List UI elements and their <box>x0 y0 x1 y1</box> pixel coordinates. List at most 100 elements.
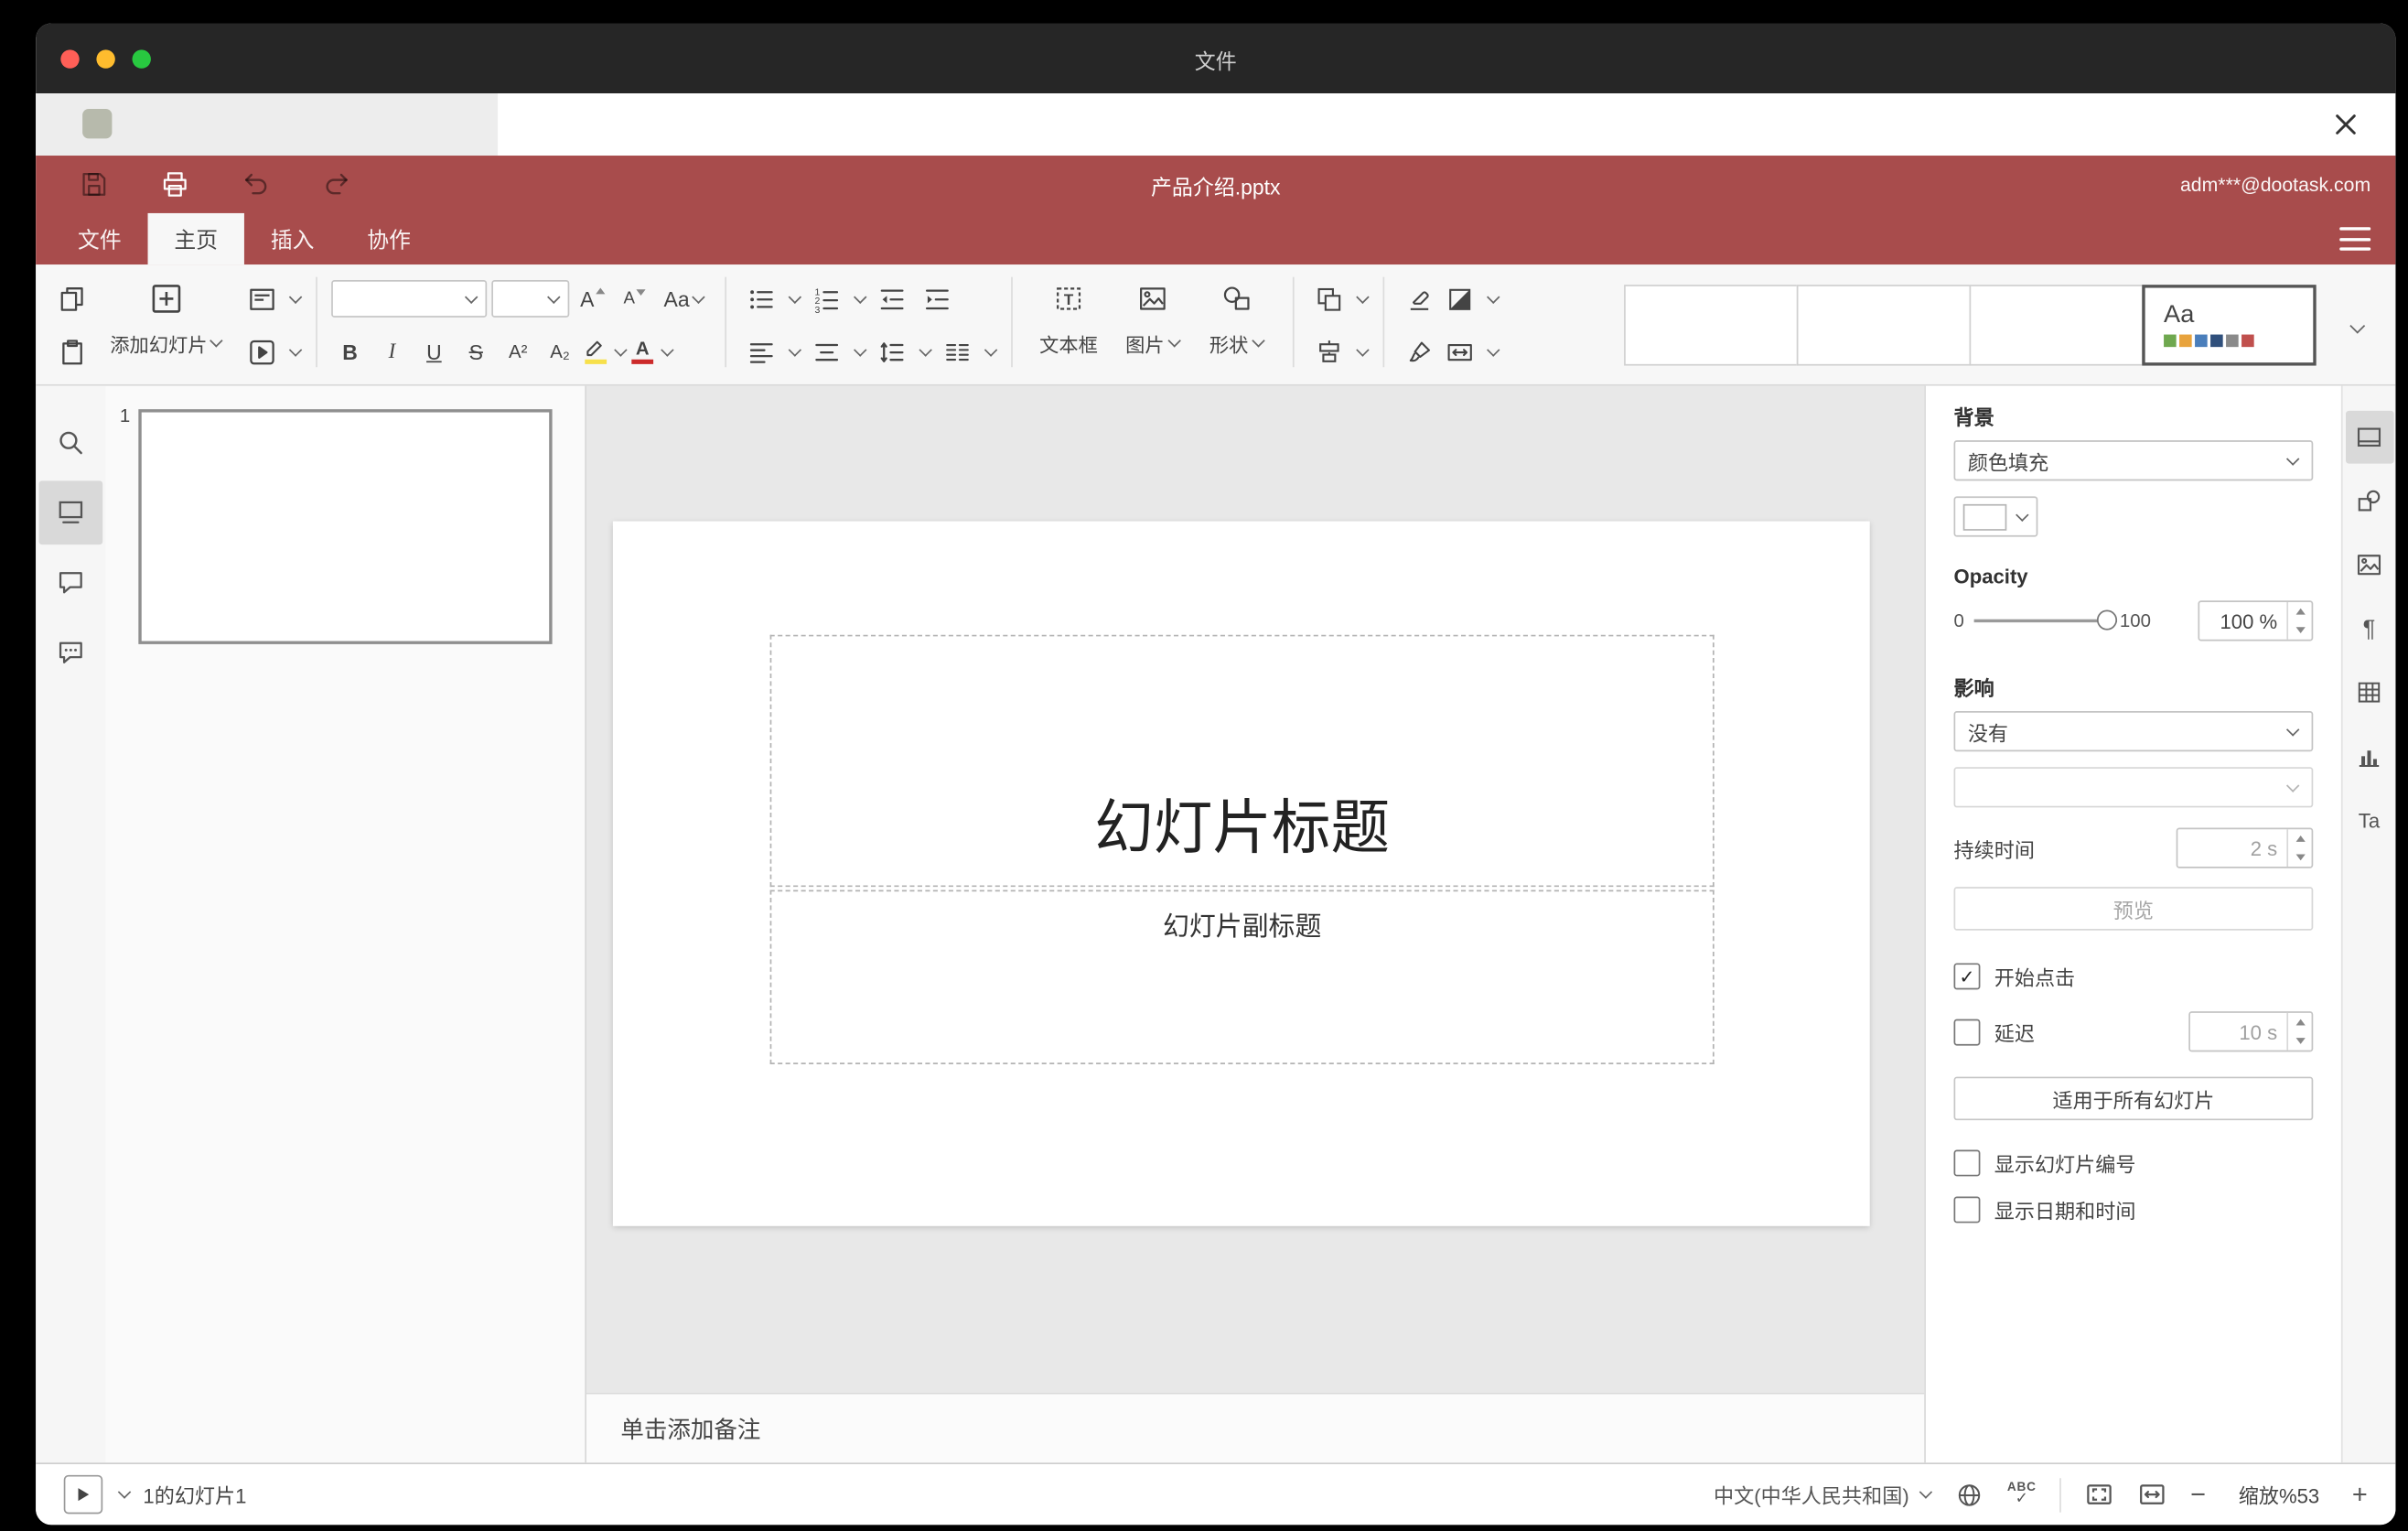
slide-thumbnail-1[interactable] <box>138 409 553 644</box>
line-spacing-button[interactable] <box>871 331 911 372</box>
slide-size-button[interactable] <box>1439 331 1479 372</box>
insert-textbox-button[interactable]: T 文本框 <box>1027 273 1111 359</box>
slide-canvas[interactable]: 幻灯片标题 幻灯片副标题 <box>586 385 1925 1393</box>
zoom-in-button[interactable]: + <box>2352 1479 2368 1510</box>
zoom-out-button[interactable]: − <box>2190 1479 2206 1510</box>
bullet-list-button[interactable] <box>740 278 780 318</box>
document-language-button[interactable] <box>1956 1481 1984 1509</box>
textart-settings-button[interactable]: Ta <box>2345 793 2393 846</box>
menu-button[interactable] <box>2339 227 2371 251</box>
minimize-traffic-light[interactable] <box>96 49 115 68</box>
align-shapes-button[interactable] <box>1308 331 1349 372</box>
theme-option-1[interactable] <box>1624 285 1799 366</box>
strikethrough-button[interactable]: S <box>457 333 495 371</box>
show-slide-number-checkbox[interactable] <box>1953 1149 1981 1177</box>
spin-down[interactable] <box>2288 620 2312 639</box>
spin-up[interactable] <box>2288 829 2312 847</box>
copy-button[interactable] <box>51 278 91 318</box>
change-case-button[interactable]: Aa <box>658 280 711 318</box>
font-color-button[interactable]: A <box>631 339 654 365</box>
notes-area[interactable]: 单击添加备注 <box>586 1392 1925 1463</box>
superscript-button[interactable]: A² <box>500 333 537 371</box>
italic-button[interactable]: I <box>373 333 411 371</box>
undo-button[interactable] <box>238 167 272 201</box>
spin-up[interactable] <box>2288 1013 2312 1031</box>
paragraph-settings-button[interactable]: ¶ <box>2345 602 2393 655</box>
horizontal-align-button[interactable] <box>740 331 780 372</box>
numbered-list-button[interactable]: 1 2 3 <box>806 278 846 318</box>
close-button[interactable] <box>2321 100 2370 149</box>
chevron-down-icon <box>692 289 706 304</box>
theme-option-2[interactable] <box>1796 285 1972 366</box>
theme-option-selected[interactable]: Aa <box>2142 285 2317 366</box>
decrease-indent-button[interactable] <box>871 278 911 318</box>
effect-select[interactable]: 没有 <box>1953 711 2314 752</box>
table-settings-button[interactable] <box>2345 666 2393 719</box>
title-placeholder[interactable]: 幻灯片标题 <box>769 634 1715 888</box>
delay-input[interactable]: 10 s <box>2188 1011 2314 1052</box>
save-button[interactable] <box>76 167 110 201</box>
start-slideshow-statusbar-button[interactable] <box>63 1474 103 1515</box>
insert-image-button[interactable]: 图片 <box>1111 273 1195 359</box>
image-settings-button[interactable] <box>2345 538 2393 591</box>
search-panel-button[interactable] <box>39 411 103 475</box>
vertical-align-button[interactable] <box>806 331 846 372</box>
feedback-panel-button[interactable] <box>39 620 103 685</box>
delay-checkbox[interactable] <box>1953 1018 1981 1045</box>
font-size-select[interactable] <box>491 280 570 318</box>
fill-color-select[interactable] <box>1953 496 2038 537</box>
insert-shape-button[interactable]: 形状 <box>1195 273 1279 359</box>
preview-button[interactable]: 预览 <box>1953 887 2314 931</box>
effect-variant-select[interactable] <box>1953 767 2314 808</box>
slide-settings-button[interactable] <box>2345 410 2393 464</box>
fill-type-select[interactable]: 颜色填充 <box>1953 440 2314 481</box>
fit-slide-button[interactable] <box>2085 1480 2114 1509</box>
redo-button[interactable] <box>319 167 353 201</box>
increase-font-button[interactable]: A <box>574 280 611 318</box>
fit-width-button[interactable] <box>2137 1480 2166 1509</box>
spellcheck-button[interactable]: ABC ✓ <box>2007 1481 2037 1508</box>
slider-knob[interactable] <box>2096 609 2117 631</box>
color-scheme-button[interactable] <box>1439 278 1479 318</box>
subtitle-placeholder[interactable]: 幻灯片副标题 <box>769 889 1715 1064</box>
font-name-select[interactable] <box>331 280 488 318</box>
opacity-slider[interactable] <box>1973 609 2117 632</box>
tab-collaboration[interactable]: 协作 <box>340 213 436 264</box>
chart-settings-button[interactable] <box>2345 729 2393 782</box>
spin-up[interactable] <box>2288 602 2312 620</box>
start-on-click-checkbox[interactable] <box>1953 963 1981 990</box>
columns-button[interactable] <box>937 331 977 372</box>
zoom-traffic-light[interactable] <box>132 49 151 68</box>
show-date-time-checkbox[interactable] <box>1953 1196 1981 1224</box>
shape-settings-button[interactable] <box>2345 475 2393 528</box>
start-slideshow-button[interactable] <box>242 331 282 372</box>
arrange-shapes-button[interactable] <box>1308 278 1349 318</box>
slide-surface[interactable]: 幻灯片标题 幻灯片副标题 <box>612 521 1870 1226</box>
comments-panel-button[interactable] <box>39 551 103 615</box>
bold-button[interactable]: B <box>331 333 369 371</box>
spin-down[interactable] <box>2288 1031 2312 1050</box>
spin-down[interactable] <box>2288 848 2312 867</box>
clear-style-button[interactable] <box>1399 278 1439 318</box>
highlight-color-button[interactable] <box>584 339 607 365</box>
add-slide-button[interactable]: 添加幻灯片 <box>91 273 241 379</box>
tab-insert[interactable]: 插入 <box>244 213 340 264</box>
tab-file[interactable]: 文件 <box>51 213 147 264</box>
duration-input[interactable]: 2 s <box>2176 827 2314 868</box>
paste-button[interactable] <box>51 331 91 372</box>
slides-panel-button[interactable] <box>38 480 103 545</box>
print-button[interactable] <box>157 167 191 201</box>
tab-home[interactable]: 主页 <box>147 212 244 265</box>
slide-layout-button[interactable] <box>242 278 282 318</box>
close-traffic-light[interactable] <box>60 49 80 68</box>
underline-button[interactable]: U <box>415 333 453 371</box>
subscript-button[interactable]: A₂ <box>542 333 579 371</box>
decrease-font-button[interactable]: A <box>616 280 653 318</box>
opacity-input[interactable]: 100 % <box>2198 600 2314 642</box>
apply-to-all-button[interactable]: 适用于所有幻灯片 <box>1953 1076 2314 1121</box>
copy-style-button[interactable] <box>1399 331 1439 372</box>
theme-gallery-expand-button[interactable] <box>2339 285 2373 365</box>
language-select[interactable]: 中文(中华人民共和国) <box>1714 1480 1933 1509</box>
increase-indent-button[interactable] <box>916 278 956 318</box>
theme-option-3[interactable] <box>1969 285 2144 366</box>
